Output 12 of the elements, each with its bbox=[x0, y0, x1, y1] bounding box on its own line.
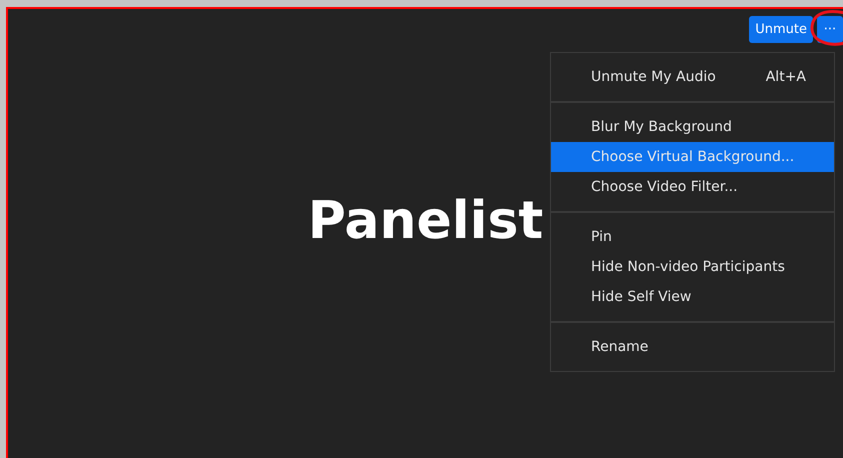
more-button[interactable]: ··· bbox=[817, 16, 843, 43]
participant-name: Panelist bbox=[308, 190, 544, 250]
menu-item[interactable]: Choose Video Filter... bbox=[551, 172, 834, 202]
menu-item[interactable]: Pin bbox=[551, 222, 834, 252]
menu-item[interactable]: Hide Non-video Participants bbox=[551, 252, 834, 282]
menu-item[interactable]: Unmute My Audio Alt+A bbox=[551, 62, 834, 92]
menu-item[interactable]: Hide Self View bbox=[551, 282, 834, 312]
menu-item[interactable]: Blur My Background bbox=[551, 112, 834, 142]
menu-item[interactable]: Choose Virtual Background... bbox=[551, 142, 834, 172]
unmute-button[interactable]: Unmute bbox=[749, 16, 813, 43]
shortcut-label: Alt+A bbox=[766, 69, 806, 85]
menu-item[interactable]: Rename bbox=[551, 332, 834, 362]
